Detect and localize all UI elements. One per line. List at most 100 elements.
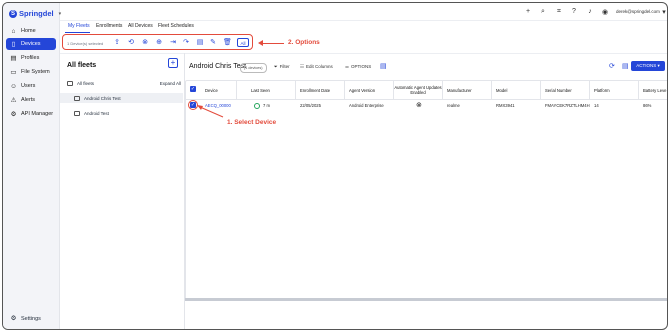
columns-icon: ☷ xyxy=(300,64,305,69)
device-count-badge: (1 devices) xyxy=(240,63,267,73)
active-tab-indicator xyxy=(65,32,90,33)
column-header[interactable]: Platform xyxy=(590,81,639,99)
gear-icon: ⚙ xyxy=(10,315,17,322)
column-header[interactable]: Enrollment Date xyxy=(296,81,345,99)
page-title: Android Chris Test xyxy=(189,63,247,70)
users-icon: ☺ xyxy=(10,82,17,90)
block-icon[interactable]: ⊗ xyxy=(141,39,149,47)
move-icon[interactable]: ⇪ xyxy=(113,39,121,47)
sidebar-item-file-system[interactable]: ▭ File System xyxy=(6,66,56,78)
online-status-icon xyxy=(254,103,260,109)
select-device-annotation: 1. Select Device xyxy=(227,119,277,126)
tab-all-devices[interactable]: All Devices xyxy=(128,23,153,29)
folder-icon xyxy=(74,110,80,116)
filter-button[interactable]: ⏷ Filter xyxy=(274,62,290,71)
select-all-checkbox[interactable]: ✓ xyxy=(190,86,196,92)
fleet-item[interactable]: Android Test xyxy=(60,108,183,118)
sidebar-item-api-manager[interactable]: ⚙ API Manager xyxy=(6,108,56,120)
fleets-title: All fleets xyxy=(67,62,97,69)
column-header[interactable]: Model xyxy=(492,81,541,99)
column-header[interactable]: Battery Leve xyxy=(639,81,667,99)
sync-icon[interactable]: ⟲ xyxy=(127,39,135,47)
add-fleet-button[interactable]: + xyxy=(168,58,178,68)
sidebar-item-label: Profiles xyxy=(21,55,40,61)
tab-enrollments[interactable]: Enrollments xyxy=(96,23,122,29)
bell-icon[interactable]: ♪ xyxy=(586,8,594,15)
expand-all-link[interactable]: Expand All xyxy=(160,81,181,86)
auto-update-icon: ⊗ xyxy=(416,102,422,109)
serial-number: FMAYCEK7RZTLHM4H xyxy=(545,103,590,108)
grid-icon[interactable]: ⌗ xyxy=(555,8,563,16)
main-content: Android Chris Test (1 devices) ⏷ Filter … xyxy=(185,53,667,329)
filter-label: Filter xyxy=(279,64,290,69)
document-icon[interactable]: ▤ xyxy=(622,62,629,70)
sidebar-item-alerts[interactable]: ⚠ Alerts xyxy=(6,94,56,106)
column-header[interactable]: Agent Version xyxy=(345,81,394,99)
fleet-root-row[interactable]: All fleets Expand All xyxy=(60,78,183,88)
sidebar-item-label: File System xyxy=(21,69,50,75)
logo[interactable]: S Springdel ▾ xyxy=(9,9,61,18)
sidebar-item-label: Alerts xyxy=(21,97,36,103)
model: RMX3941 xyxy=(496,103,515,108)
fleet-root-label: All fleets xyxy=(77,80,95,86)
document-icon[interactable]: ▤ xyxy=(196,39,204,47)
login-icon[interactable]: ⇥ xyxy=(169,39,177,47)
fleets-panel: All fleets + All fleets Expand All Andro… xyxy=(60,53,185,329)
logo-badge: S xyxy=(9,9,17,18)
search-icon[interactable]: ⌕ xyxy=(539,8,547,16)
avatar[interactable]: ◉ xyxy=(601,8,609,16)
sidebar-item-devices[interactable]: ▯ Devices xyxy=(6,38,56,50)
tab-fleet-schedules[interactable]: Fleet Schedules xyxy=(158,23,194,29)
settings-label: Settings xyxy=(21,315,41,322)
column-header[interactable]: Serial Number xyxy=(541,81,590,99)
sidebar-item-profiles[interactable]: ▤ Profiles xyxy=(6,52,56,64)
help-icon[interactable]: ? xyxy=(570,8,578,15)
edit-icon[interactable]: ✎ xyxy=(209,39,217,47)
export-icon[interactable]: ▤ xyxy=(380,62,387,70)
chevron-down-icon[interactable]: ▾ xyxy=(660,8,667,16)
sidebar-item-label: API Manager xyxy=(21,111,54,117)
redo-icon[interactable]: ↷ xyxy=(182,39,190,47)
plus-icon[interactable]: + xyxy=(524,8,532,15)
column-header[interactable]: Automatic Agent Updates Enabled xyxy=(394,81,443,99)
column-header[interactable]: Last Seen xyxy=(247,81,296,99)
fleet-item[interactable]: Android Chris Test xyxy=(60,93,183,103)
filter-icon: ⏷ xyxy=(274,64,278,69)
fleet-item-label: Android Chris Test xyxy=(84,95,121,101)
home-icon: ⌂ xyxy=(11,27,16,35)
user-email[interactable]: derek@springdel.com xyxy=(616,9,660,14)
enrollment-date: 22/05/2025 xyxy=(300,103,321,108)
profile-icon: ▤ xyxy=(10,54,17,62)
last-seen: 7 m xyxy=(263,103,270,108)
agent-version: Android Enterprise xyxy=(349,103,384,108)
column-header[interactable]: Device xyxy=(201,81,237,99)
manufacturer: realme xyxy=(447,103,460,108)
platform: 14 xyxy=(594,103,599,108)
sidebar-item-home[interactable]: ⌂ Home xyxy=(6,25,56,37)
options-button[interactable]: ⚌ OPTIONS xyxy=(345,62,371,71)
horizontal-scrollbar[interactable] xyxy=(185,298,667,301)
options-label: OPTIONS xyxy=(351,64,372,69)
device-icon: ▯ xyxy=(11,40,16,48)
all-button[interactable]: All xyxy=(237,38,249,47)
sidebar-item-settings[interactable]: ⚙ Settings xyxy=(10,315,41,322)
sidebar-item-users[interactable]: ☺ Users xyxy=(6,80,56,92)
bell-icon: ⚠ xyxy=(10,96,17,104)
fleet-item-label: Android Test xyxy=(84,110,109,116)
tab-my-fleets[interactable]: My Fleets xyxy=(68,23,90,29)
options-annotation: 2. Options xyxy=(288,39,320,46)
devices-table: ✓ Device Last Seen Enrollment Date Agent… xyxy=(185,80,667,300)
fleet-tree-icon xyxy=(67,80,73,86)
trash-icon[interactable]: 🗑 xyxy=(223,39,232,47)
options-arrow-line xyxy=(262,43,284,44)
edit-columns-button[interactable]: ☷ Edit Columns xyxy=(300,62,333,71)
add-icon[interactable]: ⊕ xyxy=(155,39,163,47)
edit-columns-label: Edit Columns xyxy=(306,64,333,69)
battery-level: 86% xyxy=(643,103,652,108)
refresh-icon[interactable]: ⟳ xyxy=(609,62,615,70)
column-header[interactable]: Manufacturer xyxy=(443,81,492,99)
actions-button[interactable]: ACTIONS ▾ xyxy=(631,61,665,71)
api-icon: ⚙ xyxy=(10,110,17,118)
topbar: + ⌕ ⌗ ? ♪ ◉ derek@springdel.com ▾ xyxy=(60,3,667,21)
sidebar-item-label: Users xyxy=(21,83,36,89)
